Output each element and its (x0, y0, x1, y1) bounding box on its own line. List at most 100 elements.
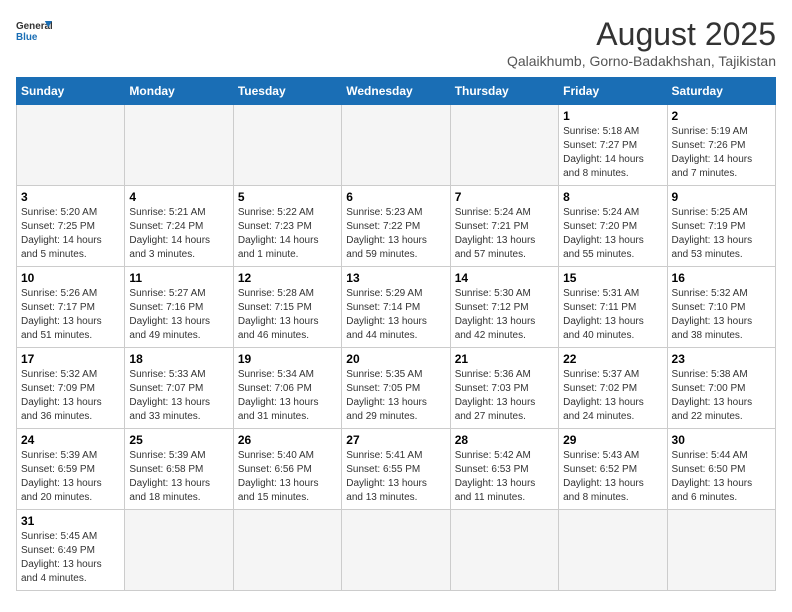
weekday-header-friday: Friday (559, 78, 667, 105)
calendar-cell: 12 Sunrise: 5:28 AMSunset: 7:15 PMDayligh… (233, 267, 341, 348)
calendar-cell: 8 Sunrise: 5:24 AMSunset: 7:20 PMDaylight… (559, 186, 667, 267)
day-info: Sunrise: 5:30 AMSunset: 7:12 PMDaylight:… (455, 287, 554, 343)
day-info: Sunrise: 5:21 AMSunset: 7:24 PMDaylight:… (129, 206, 228, 262)
month-year-title: August 2025 (507, 16, 776, 53)
calendar-cell: 1 Sunrise: 5:18 AMSunset: 7:27 PMDaylight… (559, 105, 667, 186)
calendar-week-1: 1 Sunrise: 5:18 AMSunset: 7:27 PMDaylight… (17, 105, 776, 186)
day-number: 10 (21, 271, 120, 285)
day-number: 13 (346, 271, 445, 285)
title-section: August 2025 Qalaikhumb, Gorno-Badakhshan… (507, 16, 776, 69)
day-info: Sunrise: 5:36 AMSunset: 7:03 PMDaylight:… (455, 368, 554, 424)
calendar-cell (450, 510, 558, 591)
calendar-cell (342, 510, 450, 591)
day-number: 12 (238, 271, 337, 285)
calendar-week-3: 10 Sunrise: 5:26 AMSunset: 7:17 PMDayligh… (17, 267, 776, 348)
calendar-cell: 20Sunrise: 5:35 AMSunset: 7:05 PMDayligh… (342, 348, 450, 429)
day-number: 22 (563, 352, 662, 366)
calendar-cell: 9Sunrise: 5:25 AMSunset: 7:19 PMDaylight… (667, 186, 775, 267)
day-info: Sunrise: 5:32 AMSunset: 7:10 PMDaylight:… (672, 287, 771, 343)
calendar-cell: 22 Sunrise: 5:37 AMSunset: 7:02 PMDayligh… (559, 348, 667, 429)
day-number: 18 (129, 352, 228, 366)
day-number: 4 (129, 190, 228, 204)
day-info: Sunrise: 5:41 AMSunset: 6:55 PMDaylight:… (346, 449, 445, 505)
calendar-cell: 15Sunrise: 5:31 AMSunset: 7:11 PMDayligh… (559, 267, 667, 348)
calendar-cell: 30Sunrise: 5:44 AMSunset: 6:50 PMDayligh… (667, 429, 775, 510)
day-number: 14 (455, 271, 554, 285)
day-info: Sunrise: 5:38 AMSunset: 7:00 PMDaylight:… (672, 368, 771, 424)
calendar-cell: 2 Sunrise: 5:19 AMSunset: 7:26 PMDaylight… (667, 105, 775, 186)
calendar-cell: 31Sunrise: 5:45 AMSunset: 6:49 PMDayligh… (17, 510, 125, 591)
calendar-cell: 10 Sunrise: 5:26 AMSunset: 7:17 PMDayligh… (17, 267, 125, 348)
calendar-cell (125, 510, 233, 591)
calendar-cell: 28 Sunrise: 5:42 AMSunset: 6:53 PMDayligh… (450, 429, 558, 510)
day-number: 21 (455, 352, 554, 366)
day-info: Sunrise: 5:44 AMSunset: 6:50 PMDaylight:… (672, 449, 771, 505)
calendar-cell: 18 Sunrise: 5:33 AMSunset: 7:07 PMDayligh… (125, 348, 233, 429)
calendar-cell: 5 Sunrise: 5:22 AMSunset: 7:23 PMDaylight… (233, 186, 341, 267)
day-info: Sunrise: 5:33 AMSunset: 7:07 PMDaylight:… (129, 368, 228, 424)
day-number: 3 (21, 190, 120, 204)
day-info: Sunrise: 5:20 AMSunset: 7:25 PMDaylight:… (21, 206, 120, 262)
weekday-header-sunday: Sunday (17, 78, 125, 105)
day-info: Sunrise: 5:23 AMSunset: 7:22 PMDaylight:… (346, 206, 445, 262)
calendar-cell: 27 Sunrise: 5:41 AMSunset: 6:55 PMDayligh… (342, 429, 450, 510)
day-info: Sunrise: 5:45 AMSunset: 6:49 PMDaylight:… (21, 530, 120, 586)
day-info: Sunrise: 5:39 AMSunset: 6:59 PMDaylight:… (21, 449, 120, 505)
day-number: 5 (238, 190, 337, 204)
logo-icon: General Blue (16, 16, 52, 44)
svg-text:Blue: Blue (16, 32, 38, 43)
day-number: 11 (129, 271, 228, 285)
calendar-cell: 6Sunrise: 5:23 AMSunset: 7:22 PMDaylight… (342, 186, 450, 267)
day-info: Sunrise: 5:18 AMSunset: 7:27 PMDaylight:… (563, 125, 662, 181)
day-info: Sunrise: 5:28 AMSunset: 7:15 PMDaylight:… (238, 287, 337, 343)
day-info: Sunrise: 5:42 AMSunset: 6:53 PMDaylight:… (455, 449, 554, 505)
calendar-cell: 11 Sunrise: 5:27 AMSunset: 7:16 PMDayligh… (125, 267, 233, 348)
day-info: Sunrise: 5:27 AMSunset: 7:16 PMDaylight:… (129, 287, 228, 343)
day-info: Sunrise: 5:19 AMSunset: 7:26 PMDaylight:… (672, 125, 771, 181)
day-number: 2 (672, 109, 771, 123)
day-info: Sunrise: 5:31 AMSunset: 7:11 PMDaylight:… (563, 287, 662, 343)
calendar-cell (233, 105, 341, 186)
logo: General Blue (16, 16, 52, 44)
calendar-cell: 14 Sunrise: 5:30 AMSunset: 7:12 PMDayligh… (450, 267, 558, 348)
weekday-header-tuesday: Tuesday (233, 78, 341, 105)
calendar-cell: 16 Sunrise: 5:32 AMSunset: 7:10 PMDayligh… (667, 267, 775, 348)
calendar-cell: 24 Sunrise: 5:39 AMSunset: 6:59 PMDayligh… (17, 429, 125, 510)
calendar-cell (17, 105, 125, 186)
day-number: 1 (563, 109, 662, 123)
calendar-cell (559, 510, 667, 591)
calendar-cell: 17Sunrise: 5:32 AMSunset: 7:09 PMDayligh… (17, 348, 125, 429)
day-info: Sunrise: 5:25 AMSunset: 7:19 PMDaylight:… (672, 206, 771, 262)
day-number: 7 (455, 190, 554, 204)
weekday-header-thursday: Thursday (450, 78, 558, 105)
weekday-header-wednesday: Wednesday (342, 78, 450, 105)
day-info: Sunrise: 5:26 AMSunset: 7:17 PMDaylight:… (21, 287, 120, 343)
calendar-cell (667, 510, 775, 591)
day-number: 29 (563, 433, 662, 447)
day-number: 23 (672, 352, 771, 366)
day-info: Sunrise: 5:37 AMSunset: 7:02 PMDaylight:… (563, 368, 662, 424)
day-info: Sunrise: 5:32 AMSunset: 7:09 PMDaylight:… (21, 368, 120, 424)
calendar-cell: 7Sunrise: 5:24 AMSunset: 7:21 PMDaylight… (450, 186, 558, 267)
day-number: 20 (346, 352, 445, 366)
calendar-week-6: 31Sunrise: 5:45 AMSunset: 6:49 PMDayligh… (17, 510, 776, 591)
calendar-cell (342, 105, 450, 186)
day-number: 16 (672, 271, 771, 285)
calendar-cell: 29Sunrise: 5:43 AMSunset: 6:52 PMDayligh… (559, 429, 667, 510)
calendar-week-5: 24 Sunrise: 5:39 AMSunset: 6:59 PMDayligh… (17, 429, 776, 510)
day-info: Sunrise: 5:22 AMSunset: 7:23 PMDaylight:… (238, 206, 337, 262)
calendar-cell: 23 Sunrise: 5:38 AMSunset: 7:00 PMDayligh… (667, 348, 775, 429)
page-header: General Blue August 2025 Qalaikhumb, Gor… (16, 16, 776, 69)
location-subtitle: Qalaikhumb, Gorno-Badakhshan, Tajikistan (507, 53, 776, 69)
weekday-header-row: SundayMondayTuesdayWednesdayThursdayFrid… (17, 78, 776, 105)
calendar-table: SundayMondayTuesdayWednesdayThursdayFrid… (16, 77, 776, 591)
calendar-cell: 13Sunrise: 5:29 AMSunset: 7:14 PMDayligh… (342, 267, 450, 348)
calendar-cell (233, 510, 341, 591)
day-info: Sunrise: 5:24 AMSunset: 7:20 PMDaylight:… (563, 206, 662, 262)
day-number: 27 (346, 433, 445, 447)
day-number: 24 (21, 433, 120, 447)
calendar-cell: 19Sunrise: 5:34 AMSunset: 7:06 PMDayligh… (233, 348, 341, 429)
day-number: 28 (455, 433, 554, 447)
day-info: Sunrise: 5:39 AMSunset: 6:58 PMDaylight:… (129, 449, 228, 505)
day-number: 8 (563, 190, 662, 204)
